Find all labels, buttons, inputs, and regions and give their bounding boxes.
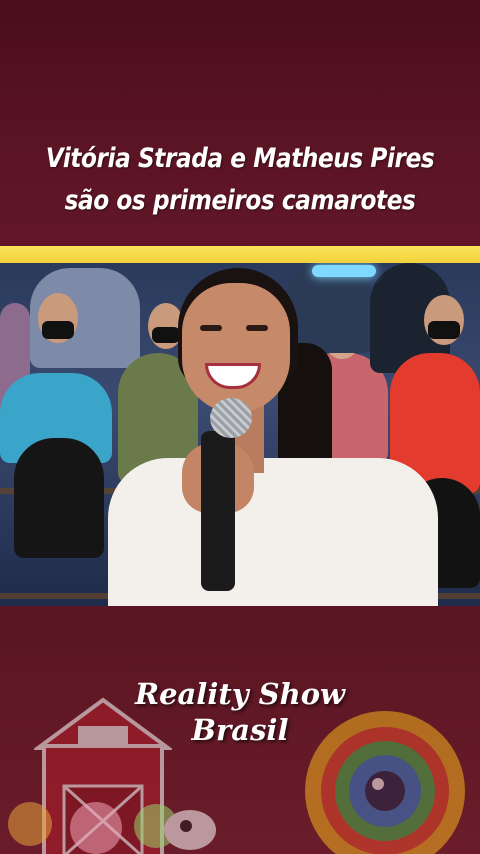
- farm-animals-icon: [8, 802, 216, 854]
- studio-light: [312, 265, 376, 277]
- face-mask: [42, 321, 74, 339]
- headline-line-2: são os primeiros camarotes: [64, 185, 416, 216]
- face-mask: [152, 327, 180, 343]
- presenter-eye: [200, 325, 222, 331]
- accent-bar: [0, 246, 480, 263]
- headline-text: Vitória Strada e Matheus Pires são os pr…: [34, 138, 447, 222]
- presenter-blazer: [108, 458, 438, 606]
- headline-panel: Vitória Strada e Matheus Pires são os pr…: [0, 0, 480, 246]
- branding-panel: Reality Show Brasil: [0, 606, 480, 854]
- video-frame[interactable]: [0, 263, 480, 606]
- face-mask: [428, 321, 460, 339]
- reality-show-brasil-logo: Reality Show Brasil: [0, 676, 480, 748]
- audience-member: [14, 438, 104, 558]
- microphone-handle: [201, 431, 235, 591]
- headline-line-1: Vitória Strada e Matheus Pires: [45, 143, 435, 174]
- presenter-eye: [246, 325, 268, 331]
- brand-line-2: Brasil: [191, 713, 289, 747]
- microphone-icon: [210, 398, 252, 438]
- brand-line-1: Reality Show: [134, 677, 346, 711]
- presenter-face: [182, 283, 290, 413]
